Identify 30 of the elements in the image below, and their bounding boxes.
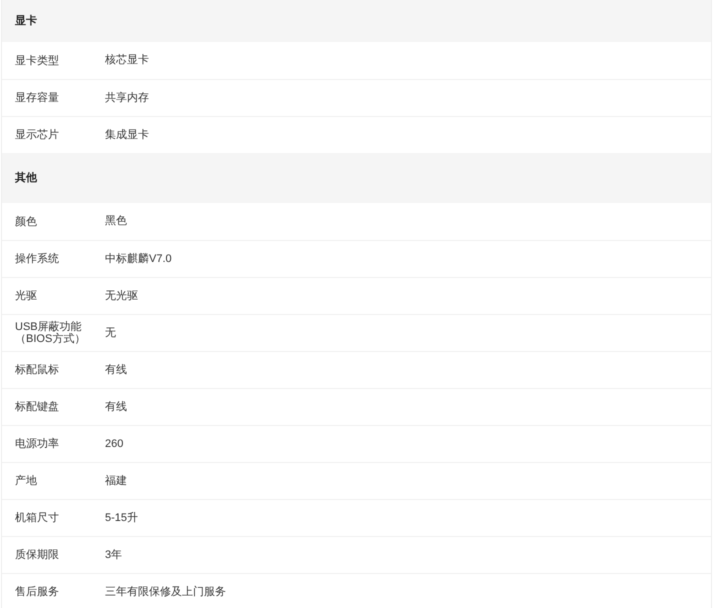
spec-label: 产地 <box>15 475 38 487</box>
spec-value: 无 <box>105 326 116 341</box>
spec-label: 标配键盘 <box>15 401 60 413</box>
spec-value: 福建 <box>105 474 127 489</box>
spec-label: 质保期限 <box>15 549 60 561</box>
spec-value: 共享内存 <box>105 90 149 106</box>
spec-value: 黑色 <box>105 214 127 230</box>
spec-value: 5-15升 <box>105 510 138 526</box>
spec-label: 电源功率 <box>15 438 60 450</box>
spec-label: USB屏蔽功能（BIOS方式） <box>15 321 86 345</box>
spec-label: 颜色 <box>15 216 38 228</box>
spec-value: 有线 <box>105 400 127 415</box>
spec-label: 显存容量 <box>15 92 60 104</box>
spec-label: 光驱 <box>15 290 38 302</box>
spec-value: 260 <box>105 436 124 452</box>
spec-value: 三年有限保修及上门服务 <box>105 584 226 600</box>
spec-label: 售后服务 <box>15 586 60 598</box>
section-title: 显卡 <box>15 14 37 29</box>
spec-value: 核芯显卡 <box>105 53 149 68</box>
spec-label: 操作系统 <box>15 253 60 265</box>
spec-value: 无光驱 <box>105 288 138 304</box>
spec-label: 机箱尺寸 <box>15 512 60 524</box>
spec-value: 有线 <box>105 362 127 378</box>
spec-value: 中标麒麟V7.0 <box>105 252 172 267</box>
spec-value: 集成显卡 <box>105 128 149 143</box>
spec-label: 显示芯片 <box>15 129 60 141</box>
spec-label: 标配鼠标 <box>15 364 60 376</box>
spec-value: 3年 <box>105 548 122 563</box>
spec-label: 显卡类型 <box>15 54 60 66</box>
section-title: 其他 <box>15 170 37 186</box>
